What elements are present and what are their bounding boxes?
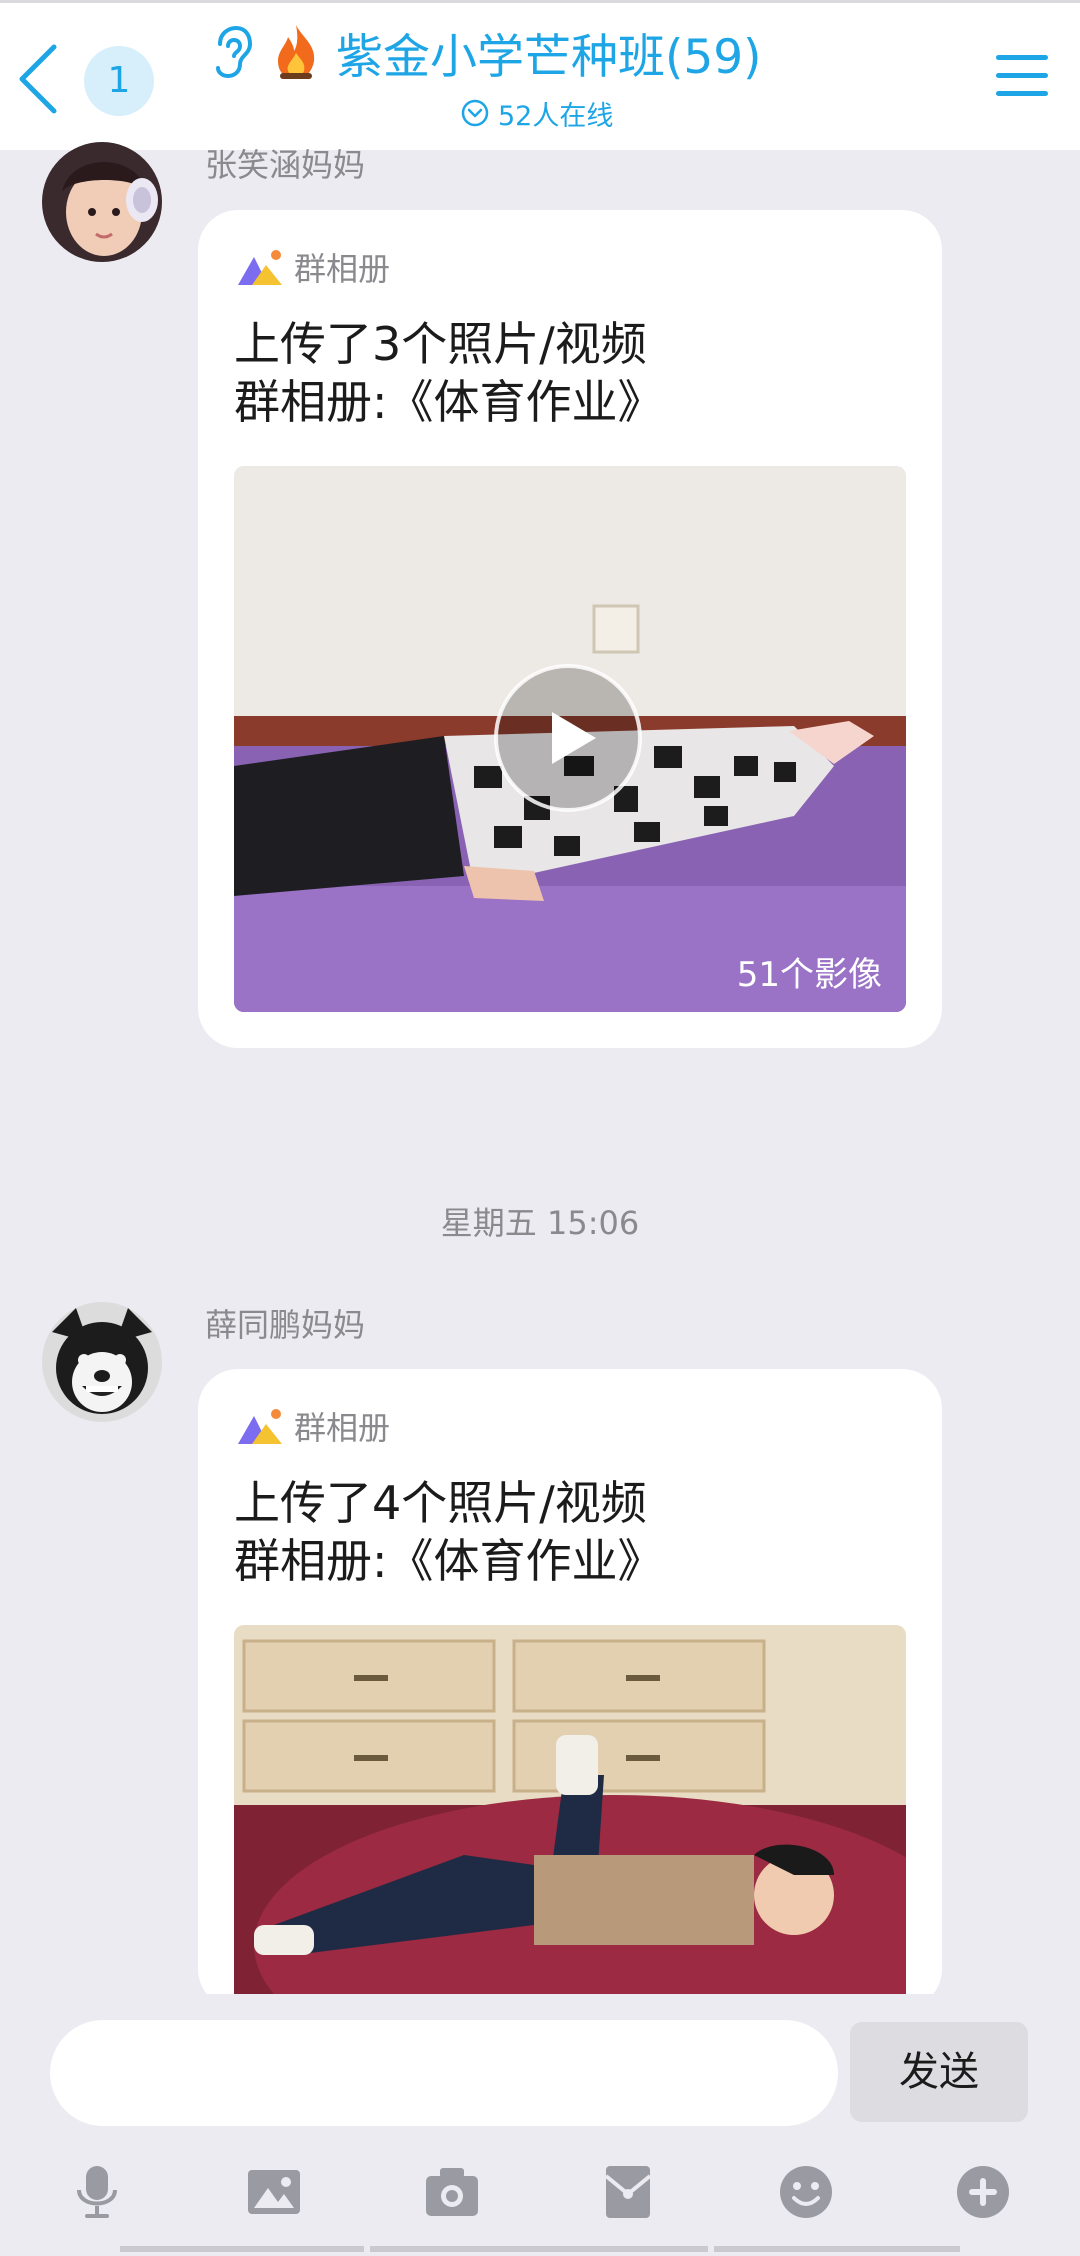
input-toolbar — [0, 2162, 1080, 2232]
plus-icon[interactable] — [953, 2162, 1013, 2222]
message-input[interactable] — [50, 2020, 838, 2126]
title-row[interactable]: 紫金小学芒种班(59) — [210, 17, 830, 87]
album-name: 群相册:《体育作业》 — [234, 1534, 664, 1588]
media-count-label: 51个影像 — [736, 955, 882, 995]
album-source-row: 群相册 — [236, 1403, 390, 1449]
album-message-card[interactable]: 群相册 上传了4个照片/视频 群相册:《体育作业》 — [198, 1369, 942, 2009]
sender-avatar[interactable] — [42, 142, 162, 262]
group-album-icon — [238, 250, 282, 285]
album-name: 群相册:《体育作业》 — [234, 375, 664, 429]
image-icon[interactable] — [244, 2162, 304, 2222]
sender-avatar[interactable] — [42, 1302, 162, 1422]
camera-icon[interactable] — [422, 2162, 482, 2222]
chat-header: 1 紫金小学芒种班(59) 52人在线 — [0, 0, 1080, 150]
play-icon[interactable] — [492, 662, 644, 814]
group-album-icon — [238, 1409, 282, 1444]
group-title: 紫金小学芒种班(59) — [336, 29, 762, 85]
upload-summary: 上传了3个照片/视频 — [234, 317, 647, 371]
keyboard-strip — [714, 2246, 960, 2252]
photo-thumbnail[interactable] — [234, 1625, 906, 2009]
emoji-icon[interactable] — [776, 2162, 836, 2222]
send-button[interactable]: 发送 — [850, 2022, 1028, 2122]
back-arrow-icon[interactable] — [14, 41, 64, 117]
album-message-card[interactable]: 群相册 上传了3个照片/视频 群相册:《体育作业》 51个影像 — [198, 210, 942, 1048]
album-label: 群相册 — [294, 250, 391, 288]
chevron-down-circle-icon — [461, 99, 489, 127]
album-source-row: 群相册 — [236, 244, 390, 290]
keyboard-strip — [120, 2246, 364, 2252]
keyboard-strip — [370, 2246, 708, 2252]
online-status[interactable]: 52人在线 — [460, 93, 613, 133]
fire-icon — [278, 25, 315, 79]
message-timestamp: 星期五 15:06 — [440, 1204, 640, 1242]
input-area: 发送 — [0, 1994, 1080, 2256]
sender-name: 薛同鹏妈妈 — [205, 1306, 366, 1344]
online-count-text: 52人在线 — [498, 100, 614, 132]
menu-icon[interactable] — [994, 49, 1050, 103]
microphone-icon[interactable] — [67, 2162, 127, 2222]
album-label: 群相册 — [294, 1409, 391, 1447]
red-packet-icon[interactable] — [598, 2162, 658, 2222]
upload-summary: 上传了4个照片/视频 — [234, 1476, 647, 1530]
sender-name: 张笑涵妈妈 — [205, 146, 366, 184]
ear-icon — [216, 25, 253, 79]
video-thumbnail[interactable]: 51个影像 — [234, 466, 906, 1012]
unread-count-badge[interactable]: 1 — [84, 46, 154, 116]
